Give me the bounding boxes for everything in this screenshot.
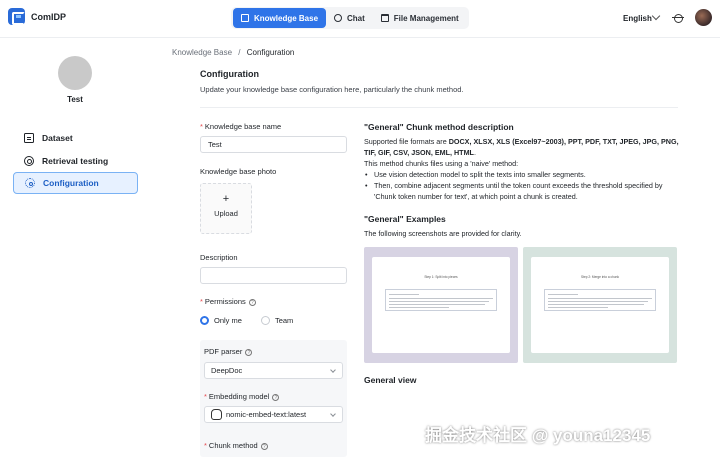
- description-input[interactable]: [200, 267, 347, 284]
- language-selector[interactable]: English: [623, 14, 652, 23]
- tab-file-management[interactable]: File Management: [373, 8, 467, 28]
- embedding-model-value: nomic-embed-text:latest: [226, 410, 307, 419]
- embedding-model-select[interactable]: nomic-embed-text:latest: [204, 406, 343, 423]
- example-screenshot-2: Step 2: Merge into a chunk: [523, 247, 677, 363]
- pdf-parser-value: DeepDoc: [211, 366, 243, 375]
- sidebar-item-label: Dataset: [42, 133, 73, 143]
- sidebar-item-configuration[interactable]: Configuration: [13, 172, 138, 194]
- help-icon[interactable]: ?: [260, 442, 268, 450]
- chevron-down-icon: [330, 411, 336, 417]
- supported-formats: Supported file formats are DOCX, XLSX, X…: [364, 137, 679, 157]
- main-nav: Knowledge Base Chat File Management: [231, 7, 469, 29]
- description-label: Description: [200, 253, 238, 262]
- screenshot-caption: Step 1: Split into pieces: [424, 275, 458, 279]
- tab-knowledge-base[interactable]: Knowledge Base: [233, 8, 327, 28]
- page-title: Configuration: [200, 69, 259, 79]
- tab-file-management-label: File Management: [393, 13, 459, 23]
- breadcrumb: Knowledge Base / Configuration: [172, 48, 294, 57]
- kb-name-label: * Knowledge base name: [200, 122, 282, 131]
- help-icon[interactable]: ?: [245, 348, 253, 356]
- chat-icon: [334, 14, 343, 22]
- user-avatar[interactable]: [695, 9, 712, 26]
- required-mark: *: [204, 441, 207, 450]
- radio-only-me-label[interactable]: Only me: [214, 316, 242, 325]
- theme-toggle-sun-icon[interactable]: [672, 14, 684, 23]
- method-steps: Use vision detection model to split the …: [364, 169, 684, 202]
- chunk-method-title: "General" Chunk method description: [364, 122, 514, 132]
- knowledge-base-icon: [241, 14, 249, 22]
- kb-name-input[interactable]: Test: [200, 136, 347, 153]
- upload-label: Upload: [214, 209, 238, 218]
- chunk-method-label: * Chunk method?: [204, 441, 268, 450]
- help-icon[interactable]: ?: [248, 298, 256, 306]
- method-intro: This method chunks files using a 'naive'…: [364, 159, 519, 168]
- chevron-down-icon: [330, 367, 336, 373]
- radio-team-label[interactable]: Team: [275, 316, 293, 325]
- chevron-down-icon[interactable]: [651, 11, 661, 21]
- radio-only-me[interactable]: [200, 316, 209, 325]
- app-logo-icon[interactable]: [8, 8, 25, 25]
- divider: [200, 107, 678, 108]
- examples-title: "General" Examples: [364, 214, 446, 224]
- knowledge-base-avatar: [58, 56, 92, 90]
- upload-button[interactable]: + Upload: [200, 183, 252, 234]
- tab-knowledge-base-label: Knowledge Base: [254, 13, 319, 23]
- pdf-parser-select[interactable]: DeepDoc: [204, 362, 343, 379]
- general-view-title: General view: [364, 375, 417, 385]
- plus-icon: +: [222, 193, 230, 205]
- help-icon[interactable]: ?: [272, 393, 280, 401]
- breadcrumb-separator: /: [238, 48, 241, 57]
- sidebar-item-label: Retrieval testing: [42, 156, 109, 166]
- breadcrumb-parent[interactable]: Knowledge Base: [172, 48, 232, 57]
- model-provider-icon: [211, 409, 222, 420]
- required-mark: *: [200, 297, 203, 306]
- gear-icon: [25, 178, 35, 188]
- breadcrumb-current: Configuration: [246, 48, 295, 57]
- permissions-label: * Permissions?: [200, 297, 256, 306]
- example-screenshot-1: Step 1: Split into pieces: [364, 247, 518, 363]
- kb-photo-label: Knowledge base photo: [200, 167, 277, 176]
- permissions-radio-group: Only me Team: [200, 316, 312, 325]
- required-mark: *: [204, 392, 207, 401]
- radio-team[interactable]: [260, 316, 270, 325]
- list-item: Use vision detection model to split the …: [364, 169, 684, 180]
- watermark-text: 掘金技术社区 @ youna12345: [425, 426, 651, 445]
- tab-chat-label: Chat: [347, 13, 365, 23]
- top-bar: ComIDP Knowledge Base Chat File Manageme…: [0, 0, 720, 38]
- embedding-model-label: * Embedding model?: [204, 392, 280, 401]
- app-title: ComIDP: [31, 12, 67, 22]
- screenshot-caption: Step 2: Merge into a chunk: [580, 275, 620, 279]
- knowledge-base-name: Test: [67, 95, 83, 104]
- folder-icon: [380, 14, 389, 22]
- sidebar-item-label: Configuration: [43, 178, 99, 188]
- tab-chat[interactable]: Chat: [326, 8, 373, 28]
- sidebar-item-dataset[interactable]: Dataset: [13, 127, 138, 149]
- page-description: Update your knowledge base configuration…: [200, 85, 464, 94]
- examples-description: The following screenshots are provided f…: [364, 229, 522, 238]
- required-mark: *: [200, 122, 203, 131]
- pdf-parser-label: PDF parser?: [204, 347, 253, 356]
- sidebar-item-retrieval-testing[interactable]: Retrieval testing: [13, 150, 138, 172]
- target-icon: [24, 156, 34, 166]
- document-icon: [24, 133, 34, 143]
- list-item: Then, combine adjacent segments until th…: [364, 180, 684, 202]
